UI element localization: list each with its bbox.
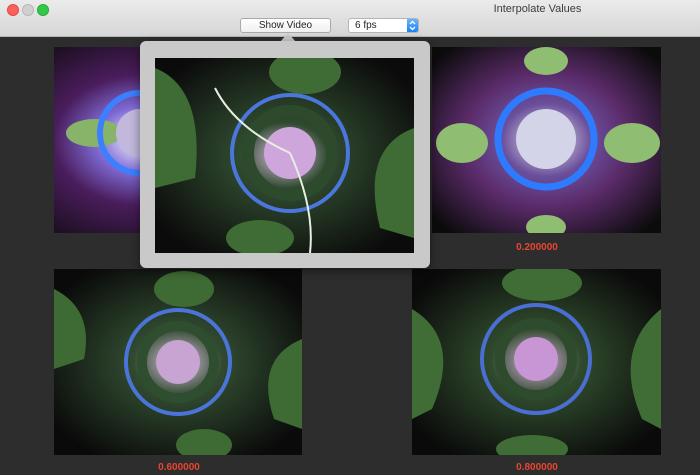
zoom-window-button[interactable]	[37, 4, 49, 16]
chevron-updown-icon	[407, 19, 418, 32]
window-title: Interpolate Values	[493, 3, 582, 15]
thumbnail-caption-4: 0.800000	[516, 462, 558, 473]
fractal-thumbnail-2[interactable]	[432, 47, 661, 233]
minimize-window-button[interactable]	[22, 4, 34, 16]
window-titlebar: Interpolate Values Show Video 6 fps	[0, 0, 700, 37]
fractal-thumbnail-4[interactable]	[412, 269, 661, 455]
video-popover	[140, 41, 430, 268]
video-preview[interactable]	[155, 58, 414, 253]
thumbnail-caption-3: 0.600000	[158, 462, 200, 473]
fractal-thumbnail-3[interactable]	[54, 269, 302, 455]
thumbnail-caption-2: 0.200000	[516, 242, 558, 253]
show-video-button[interactable]: Show Video	[240, 18, 331, 33]
fps-selected-value: 6 fps	[355, 20, 377, 31]
fps-select[interactable]: 6 fps	[348, 18, 419, 33]
close-window-button[interactable]	[7, 4, 19, 16]
